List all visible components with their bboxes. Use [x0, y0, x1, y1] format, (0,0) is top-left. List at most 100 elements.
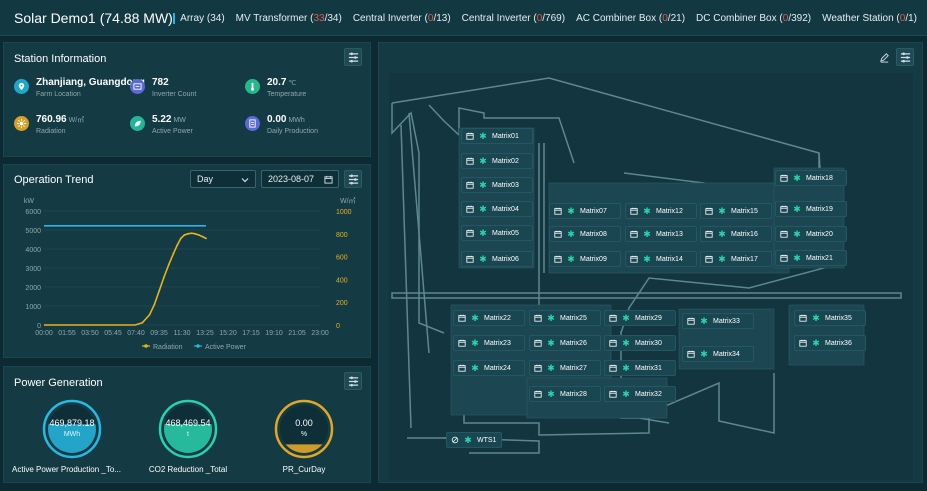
device-icon [779, 229, 789, 239]
matrix-node[interactable]: ✱ Matrix13 [625, 226, 697, 242]
station-info-item: 782 Inverter Count [130, 77, 196, 98]
matrix-node[interactable]: ✱ Matrix12 [625, 203, 697, 219]
operation-trend-panel: Operation Trend Day 2023-08-07 6000 5000 4… [3, 164, 371, 358]
matrix-node[interactable]: ✱ Matrix32 [604, 386, 676, 402]
matrix-node[interactable]: ✱ Matrix21 [775, 250, 847, 266]
matrix-label: Matrix21 [806, 254, 833, 262]
status-asterisk-icon: ✱ [547, 313, 555, 323]
matrix-node[interactable]: ✱ Matrix01 [461, 128, 533, 144]
matrix-node[interactable]: ✱ Matrix16 [700, 226, 772, 242]
matrix-label: Matrix24 [484, 364, 511, 372]
device-stat-label: Array [180, 12, 205, 24]
edit-button[interactable] [875, 48, 893, 66]
period-value: Day [197, 174, 214, 184]
weather-station-label: WTS1 [477, 436, 497, 444]
device-icon [608, 363, 618, 373]
gauge-value: 0.00 [295, 418, 313, 428]
matrix-node[interactable]: ✱ Matrix30 [604, 335, 676, 351]
device-stat-2[interactable]: Central Inverter (0/13) [353, 13, 451, 24]
device-stat-4[interactable]: AC Combiner Box (0/21) [576, 13, 685, 24]
matrix-node[interactable]: ✱ Matrix24 [453, 360, 525, 376]
device-stat-label: MV Transformer [235, 12, 308, 24]
right-tick-label: 1000 [336, 209, 352, 216]
device-stat-3[interactable]: Central Inverter (0/769) [462, 13, 565, 24]
matrix-node[interactable]: ✱ Matrix31 [604, 360, 676, 376]
matrix-node[interactable]: ✱ Matrix14 [625, 251, 697, 267]
status-asterisk-icon: ✱ [479, 204, 487, 214]
matrix-node[interactable]: ✱ Matrix34 [682, 346, 754, 362]
menu-icon [900, 52, 910, 62]
status-asterisk-icon: ✱ [464, 435, 472, 445]
radiation-point [167, 263, 170, 266]
matrix-node[interactable]: ✱ Matrix03 [461, 177, 533, 193]
matrix-node[interactable]: ✱ Matrix26 [529, 335, 601, 351]
weather-station-node[interactable]: ✱ WTS1 [446, 432, 502, 448]
matrix-node[interactable]: ✱ Matrix29 [604, 310, 676, 326]
status-asterisk-icon: ✱ [812, 338, 820, 348]
matrix-node[interactable]: ✱ Matrix08 [549, 226, 621, 242]
matrix-node[interactable]: ✱ Matrix15 [700, 203, 772, 219]
matrix-node[interactable]: ✱ Matrix05 [461, 225, 533, 241]
device-stat-5[interactable]: DC Combiner Box (0/392) [696, 13, 811, 24]
radiation-point [205, 237, 207, 240]
device-icon [553, 254, 563, 264]
radiation-point [187, 232, 189, 235]
matrix-node[interactable]: ✱ Matrix07 [549, 203, 621, 219]
device-stat-6[interactable]: Weather Station (0/1) [822, 13, 917, 24]
matrix-node[interactable]: ✱ Matrix18 [775, 170, 847, 186]
matrix-node[interactable]: ✱ Matrix22 [453, 310, 525, 326]
device-icon [608, 313, 618, 323]
matrix-node[interactable]: ✱ Matrix04 [461, 201, 533, 217]
device-icon [457, 338, 467, 348]
radiation-point [201, 235, 204, 238]
device-icon [465, 204, 475, 214]
chevron-down-icon [241, 178, 249, 183]
matrix-label: Matrix14 [656, 255, 683, 263]
status-asterisk-icon: ✱ [547, 389, 555, 399]
matrix-node[interactable]: ✱ Matrix27 [529, 360, 601, 376]
power-generation-panel: Power Generation 469,879.18 MWh Active Pow… [3, 366, 371, 483]
matrix-label: Matrix22 [484, 314, 511, 322]
inverter-icon [130, 79, 145, 94]
matrix-node[interactable]: ✱ Matrix19 [775, 201, 847, 217]
matrix-label: Matrix15 [731, 207, 758, 215]
matrix-label: Matrix13 [656, 230, 683, 238]
status-asterisk-icon: ✱ [471, 338, 479, 348]
status-asterisk-icon: ✱ [567, 254, 575, 264]
matrix-node[interactable]: ✱ Matrix36 [794, 335, 866, 351]
matrix-node[interactable]: ✱ Matrix02 [461, 153, 533, 169]
matrix-node[interactable]: ✱ Matrix28 [529, 386, 601, 402]
gauge-unit: MWh [63, 431, 81, 438]
panel-menu-button[interactable] [896, 48, 914, 66]
matrix-node[interactable]: ✱ Matrix23 [453, 335, 525, 351]
legend-marker [144, 344, 148, 348]
gauge-value: 469,879.18 [49, 418, 95, 428]
date-picker[interactable]: 2023-08-07 [261, 170, 339, 188]
panel-menu-button[interactable] [344, 170, 362, 188]
period-select[interactable]: Day [190, 170, 256, 188]
matrix-node[interactable]: ✱ Matrix33 [682, 313, 754, 329]
matrix-node[interactable]: ✱ Matrix17 [700, 251, 772, 267]
device-icon [629, 206, 639, 216]
station-info-unit: ℃ [288, 80, 297, 87]
generation-gauge [158, 399, 218, 459]
station-title: Solar Demo1 (74.88 MW) [14, 10, 173, 26]
device-stat-label: DC Combiner Box [696, 12, 777, 24]
matrix-label: Matrix16 [731, 230, 758, 238]
device-stat-1[interactable]: MV Transformer (33/34) [236, 13, 342, 24]
panel-menu-button[interactable] [344, 48, 362, 66]
matrix-node[interactable]: ✱ Matrix09 [549, 251, 621, 267]
status-asterisk-icon: ✱ [479, 228, 487, 238]
matrix-node[interactable]: ✱ Matrix35 [794, 310, 866, 326]
matrix-node[interactable]: ✱ Matrix25 [529, 310, 601, 326]
station-info-item: 0.00 MWh Daily Production [245, 114, 318, 135]
x-tick-label: 01:55 [58, 330, 76, 337]
device-icon [533, 363, 543, 373]
matrix-node[interactable]: ✱ Matrix20 [775, 226, 847, 242]
calendar-icon [324, 175, 333, 184]
left-tick-label: 1000 [25, 304, 41, 311]
matrix-node[interactable]: ✱ Matrix06 [461, 251, 533, 267]
panel-menu-button[interactable] [344, 372, 362, 390]
device-stat-label: Central Inverter [461, 12, 531, 24]
device-stat-0[interactable]: Array (34) [180, 13, 224, 24]
